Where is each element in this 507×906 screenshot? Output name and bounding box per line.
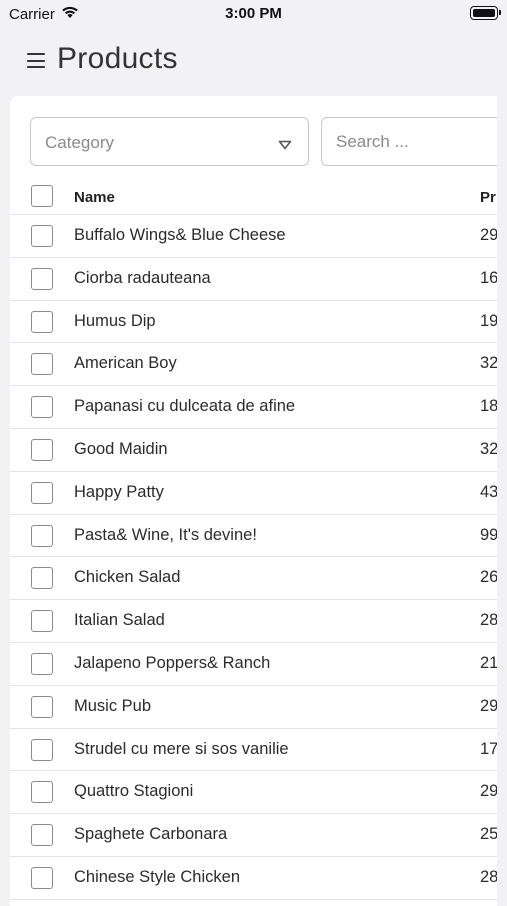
table-row[interactable]: Happy Patty 43 xyxy=(10,472,497,515)
product-name: Buffalo Wings& Blue Cheese xyxy=(74,226,286,244)
category-select[interactable]: Category xyxy=(30,117,309,166)
product-price: 29 xyxy=(480,696,497,715)
product-price: 28 xyxy=(480,867,497,886)
table-row[interactable]: Pasta& Wine, It's devine! 99 xyxy=(10,515,497,558)
row-checkbox[interactable] xyxy=(31,310,53,333)
table-row[interactable]: Good Maidin 32 xyxy=(10,429,497,472)
row-checkbox[interactable] xyxy=(31,695,53,718)
table-row[interactable]: Jalapeno Poppers& Ranch 21. xyxy=(10,643,497,686)
products-card: Category Name Pr Buffalo Wings& Blue Che… xyxy=(10,96,497,906)
table-row[interactable]: Quattro Stagioni 29 xyxy=(10,771,497,815)
product-name: Ciorba radauteana xyxy=(74,268,211,287)
product-name: Humus Dip xyxy=(74,311,156,330)
product-price: 99 xyxy=(480,525,497,544)
product-price: 21. xyxy=(480,653,497,672)
hamburger-menu-icon[interactable] xyxy=(27,53,45,68)
page-title: Products xyxy=(57,42,178,75)
row-checkbox[interactable] xyxy=(31,866,53,889)
table-row[interactable]: Papanasi cu dulceata de afine 18 xyxy=(10,386,497,429)
table-row[interactable]: Buffalo Wings& Blue Cheese 29 xyxy=(10,215,497,258)
battery-icon xyxy=(470,6,501,20)
table-row[interactable]: Humus Dip 19 xyxy=(10,301,497,344)
product-price: 18 xyxy=(480,397,497,416)
product-name: American Boy xyxy=(74,354,177,373)
row-checkbox[interactable] xyxy=(31,267,53,290)
table-row[interactable]: Chicken Salad 26 xyxy=(10,557,497,601)
product-name: Chinese Style Chicken xyxy=(74,867,240,886)
product-price: 26 xyxy=(480,568,497,587)
product-price: 43 xyxy=(480,482,497,501)
table-row[interactable]: American Boy 32 xyxy=(10,343,497,387)
product-name: Strudel cu mere si sos vanilie xyxy=(74,739,289,758)
row-checkbox[interactable] xyxy=(31,567,53,590)
product-price: 29 xyxy=(480,782,497,801)
category-select-placeholder: Category xyxy=(45,133,114,152)
select-all-checkbox[interactable] xyxy=(31,185,53,207)
product-price: 28 xyxy=(480,611,497,630)
app-header: Products xyxy=(0,40,507,84)
product-price: 25 xyxy=(480,825,497,844)
row-checkbox[interactable] xyxy=(31,781,53,804)
table-row[interactable]: Spaghete Carbonara 25 xyxy=(10,814,497,857)
product-name: Good Maidin xyxy=(74,439,168,458)
caret-down-icon xyxy=(278,137,292,155)
row-checkbox[interactable] xyxy=(31,396,53,419)
status-time: 3:00 PM xyxy=(225,5,282,22)
column-header-name[interactable]: Name xyxy=(74,189,115,206)
product-name: Pasta& Wine, It's devine! xyxy=(74,525,257,544)
table-row[interactable]: Italian Salad 28 xyxy=(10,600,497,643)
search-input[interactable] xyxy=(321,117,497,166)
product-name: Jalapeno Poppers& Ranch xyxy=(74,653,271,672)
table-row[interactable]: Chinese Style Chicken 28 xyxy=(10,857,497,900)
product-name: Chicken Salad xyxy=(74,568,181,587)
row-checkbox[interactable] xyxy=(31,610,53,633)
product-price: 32 xyxy=(480,354,497,373)
table-header-row: Name Pr xyxy=(10,176,497,215)
row-checkbox[interactable] xyxy=(31,824,53,847)
table-row[interactable]: Strudel cu mere si sos vanilie 17. xyxy=(10,729,497,772)
row-checkbox[interactable] xyxy=(31,652,53,675)
product-name: Quattro Stagioni xyxy=(74,782,194,801)
product-price: 32 xyxy=(480,439,497,458)
row-checkbox[interactable] xyxy=(31,738,53,761)
row-checkbox[interactable] xyxy=(31,225,53,247)
table-row[interactable]: Music Pub 29 xyxy=(10,686,497,729)
row-checkbox[interactable] xyxy=(31,438,53,461)
product-price: 16 xyxy=(480,268,497,287)
products-table: Name Pr Buffalo Wings& Blue Cheese 29 Cior… xyxy=(10,176,497,900)
row-checkbox[interactable] xyxy=(31,353,53,376)
table-row[interactable]: Ciorba radauteana 16 xyxy=(10,258,497,301)
row-checkbox[interactable] xyxy=(31,524,53,547)
column-header-price[interactable]: Pr xyxy=(480,189,496,206)
row-checkbox[interactable] xyxy=(31,481,53,504)
product-price: 17. xyxy=(480,739,497,758)
product-name: Italian Salad xyxy=(74,611,165,630)
product-name: Papanasi cu dulceata de afine xyxy=(74,397,296,416)
product-price: 19 xyxy=(480,311,497,330)
product-name: Spaghete Carbonara xyxy=(74,825,228,844)
status-bar: Carrier 3:00 PM xyxy=(0,0,507,28)
product-price: 29 xyxy=(480,226,497,244)
product-name: Music Pub xyxy=(74,696,152,715)
product-name: Happy Patty xyxy=(74,482,164,501)
